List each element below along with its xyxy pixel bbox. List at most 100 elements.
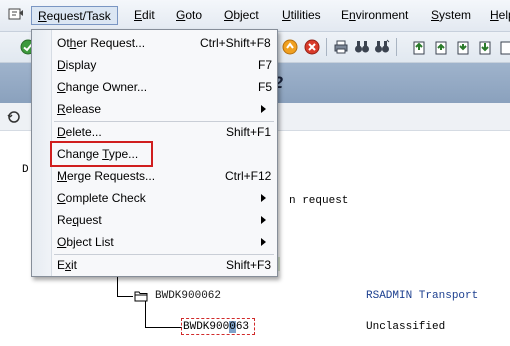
request-id-node[interactable]: BWDK900062 [155, 290, 221, 302]
menu-shortcut: Ctrl+F12 [225, 169, 272, 183]
mnemonic: U [282, 8, 291, 22]
menu-goto[interactable]: Goto [176, 6, 202, 25]
task-id-part: BWDK900 [183, 321, 230, 333]
mnemonic: O [57, 235, 67, 249]
mnemonic: D [57, 58, 66, 72]
menu-item-display[interactable]: Display F7 [52, 54, 276, 76]
task-id-node[interactable]: BWDK900063 [183, 321, 249, 333]
menu-item-label: Release [57, 98, 101, 120]
label-part: hange Owner... [65, 80, 148, 94]
menu-label: Utilities [282, 8, 321, 22]
menu-label: Object [224, 8, 259, 22]
mnemonic: D [57, 125, 66, 139]
label-part: Re [57, 213, 73, 227]
tree-connector [145, 327, 182, 328]
folder-icon[interactable] [134, 290, 148, 302]
menu-item-request[interactable]: Request [52, 209, 276, 231]
task-description[interactable]: Unclassified [366, 321, 445, 333]
toolbar-separator [396, 38, 397, 56]
menu-item-label: Display [57, 54, 96, 76]
menu-label: Edit [134, 8, 155, 22]
menu-gutter [32, 30, 52, 276]
menu-item-complete-check[interactable]: Complete Check [52, 187, 276, 209]
previous-page-icon[interactable] [433, 39, 449, 55]
last-page-icon[interactable] [477, 39, 493, 55]
menu-item-label: Merge Requests... [57, 165, 155, 187]
menu-label: Goto [176, 8, 203, 22]
menu-item-exit[interactable]: Exit Shift+F3 [52, 254, 276, 276]
menu-item-label: Complete Check [57, 187, 146, 209]
tree-connector [117, 296, 133, 297]
mnemonic: E [134, 8, 143, 22]
menu-utilities[interactable]: Utilities [282, 6, 321, 25]
menu-system[interactable]: System [431, 6, 471, 25]
menu-request-task[interactable]: Request/Task [31, 6, 118, 25]
menu-shortcut: Shift+F3 [226, 258, 272, 272]
text-fragment: D [22, 164, 29, 176]
label-part: elease [65, 102, 102, 116]
mnemonic: R [57, 102, 66, 116]
mnemonic: H [490, 8, 499, 22]
label-part: uest [79, 213, 102, 227]
submenu-arrow-icon [261, 216, 266, 224]
next-page-icon[interactable] [455, 39, 471, 55]
menu-item-label: Other Request... [57, 32, 145, 54]
exit-icon[interactable] [282, 39, 298, 55]
label-part: Ot [57, 36, 70, 50]
submenu-arrow-icon [261, 194, 266, 202]
print-icon[interactable] [333, 39, 349, 55]
mnemonic: S [431, 8, 440, 22]
highlight-box [50, 141, 153, 167]
mnemonic: C [57, 191, 66, 205]
find-icon[interactable] [354, 39, 370, 55]
mnemonic: O [224, 8, 234, 22]
new-session-icon[interactable] [498, 39, 510, 55]
first-page-icon[interactable] [411, 39, 427, 55]
menu-shortcut: F7 [258, 58, 273, 72]
menu-item-merge-requests[interactable]: Merge Requests... Ctrl+F12 [52, 165, 276, 187]
tree-connector [145, 301, 146, 327]
find-next-icon[interactable] [374, 39, 390, 55]
menu-bar: Request/Task Edit Goto Object Utilities … [0, 0, 510, 32]
label-part: it [71, 258, 78, 272]
menu-label: Help [490, 8, 510, 22]
menu-shortcut: F5 [258, 80, 273, 94]
label-part: E [57, 258, 66, 272]
request-task-dropdown: Other Request... Ctrl+Shift+F8 Display F… [31, 29, 278, 277]
request-description[interactable]: RSADMIN Transport [366, 290, 478, 302]
label-part: elete... [65, 125, 102, 139]
menu-object[interactable]: Object [224, 6, 259, 25]
mnemonic: R [38, 9, 47, 23]
menu-shortcut: Ctrl+Shift+F8 [200, 36, 271, 50]
menu-label: Environment [341, 8, 409, 22]
text-cursor: 0 [229, 321, 236, 333]
submenu-arrow-icon [261, 238, 266, 246]
label-part: erge Requests... [67, 169, 156, 183]
label-part: isplay [65, 58, 97, 72]
menu-help[interactable]: Help [490, 6, 510, 25]
menu-item-delete[interactable]: Delete... Shift+F1 [52, 121, 276, 143]
submenu-arrow-icon [261, 105, 266, 113]
menu-options-icon[interactable] [8, 7, 24, 21]
menu-item-other-request[interactable]: Other Request... Ctrl+Shift+F8 [52, 32, 276, 54]
mnemonic: n [349, 8, 356, 22]
menu-item-label: Exit [57, 254, 77, 276]
mnemonic: C [57, 80, 66, 94]
menu-label: Request/Task [38, 9, 111, 23]
task-id-part: 63 [235, 321, 250, 333]
label-part: omplete Check [65, 191, 146, 205]
mnemonic: M [57, 169, 67, 183]
toolbar-separator [326, 38, 327, 56]
label-part: er Request... [76, 36, 146, 50]
menu-edit[interactable]: Edit [134, 6, 155, 25]
cancel-icon[interactable] [304, 39, 320, 55]
display-change-icon[interactable] [6, 109, 22, 125]
menu-item-label: Object List [57, 231, 114, 253]
menu-label: System [431, 8, 472, 22]
menu-item-release[interactable]: Release [52, 98, 276, 120]
menu-environment[interactable]: Environment [341, 6, 408, 25]
menu-item-label: Request [57, 209, 102, 231]
menu-item-change-owner[interactable]: Change Owner... F5 [52, 76, 276, 98]
menu-item-object-list[interactable]: Object List [52, 231, 276, 253]
menu-item-label: Delete... [57, 121, 102, 143]
